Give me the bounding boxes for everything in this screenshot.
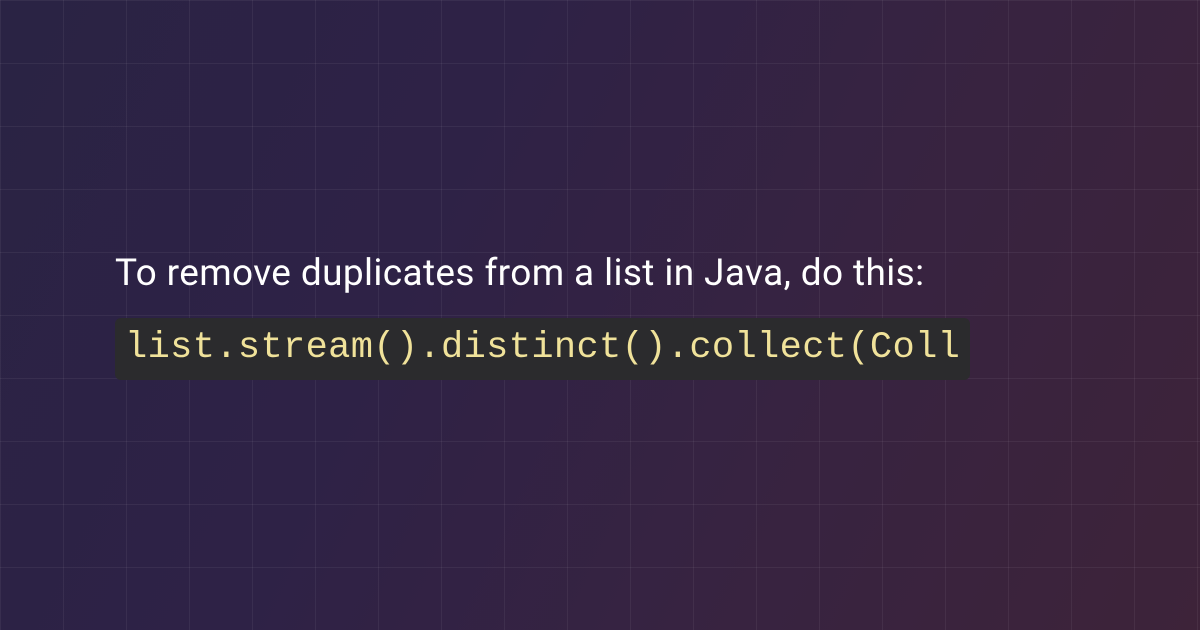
snippet-code: list.stream().distinct().collect(Coll (115, 318, 970, 380)
snippet-description: To remove duplicates from a list in Java… (115, 250, 1200, 298)
content-wrapper: To remove duplicates from a list in Java… (0, 0, 1200, 630)
